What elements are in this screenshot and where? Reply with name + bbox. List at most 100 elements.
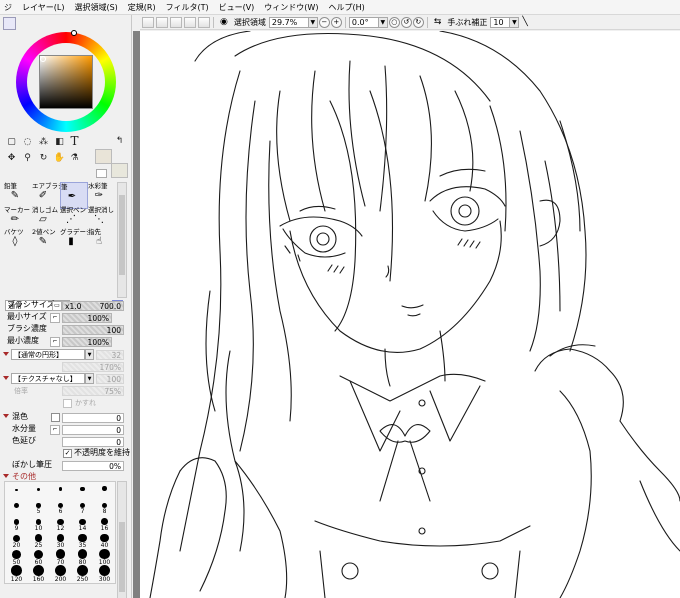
pressure-icon[interactable]: ⌐ <box>50 337 60 347</box>
move-icon[interactable]: ✥ <box>5 152 18 164</box>
scrollbar-thumb[interactable] <box>119 195 125 275</box>
transparent-color-swatch[interactable] <box>96 169 107 178</box>
saturation-marker[interactable] <box>40 56 46 62</box>
brush-size-option[interactable]: 20 <box>6 534 27 551</box>
menu-item-help[interactable]: ヘルプ(H) <box>324 0 370 15</box>
menu-item-selection[interactable]: 選択領域(S) <box>70 0 123 15</box>
brush-size-option[interactable] <box>94 483 115 500</box>
show-selection-button[interactable] <box>198 16 210 28</box>
redo-button[interactable] <box>156 16 168 28</box>
brush-size-option[interactable]: 120 <box>6 565 27 583</box>
blur-pressure-field[interactable]: 0% <box>62 461 124 471</box>
rotate-left-icon[interactable]: ↺ <box>400 16 412 28</box>
brush-size-option[interactable] <box>72 483 93 500</box>
eye-icon[interactable]: ◉ <box>220 17 228 27</box>
pressure-icon[interactable]: ⌐ <box>50 313 60 323</box>
layer-copy-icon[interactable]: ◧ <box>53 136 66 148</box>
straight-line-icon[interactable]: ╲ <box>522 17 527 27</box>
lasso-icon[interactable]: ◌ <box>21 136 34 148</box>
chevron-down-icon[interactable]: ▼ <box>378 16 388 28</box>
rect-select-icon[interactable]: ▢ <box>5 136 18 148</box>
collapse-arrow-icon[interactable] <box>3 414 9 418</box>
min-density-slider[interactable]: 100% <box>62 337 112 347</box>
brush-size-option[interactable] <box>6 500 27 517</box>
color-wheel-tab-icon[interactable] <box>3 17 16 30</box>
menu-item-filter[interactable]: フィルタ(T) <box>162 0 215 15</box>
brush-size-option[interactable]: 10 <box>28 517 49 534</box>
size-multiplier-icon[interactable]: ▭ <box>52 301 62 311</box>
brush-size-option[interactable]: 7 <box>72 500 93 517</box>
texture-value[interactable]: 100 <box>96 374 124 384</box>
stretch-field[interactable]: 0 <box>62 437 124 447</box>
hand-icon[interactable]: ✋ <box>53 152 66 164</box>
brush-tool-brush[interactable]: 筆 ✒ <box>60 182 88 209</box>
brush-shape-select[interactable]: 【通常の円形】 <box>11 349 85 360</box>
collapse-arrow-icon[interactable] <box>3 376 9 380</box>
foreground-color-swatch[interactable] <box>95 149 112 164</box>
background-color-swatch[interactable] <box>111 163 128 178</box>
min-size-slider[interactable]: 100% <box>62 313 112 323</box>
brush-tool-airbrush[interactable]: エアブラシ ✐ <box>32 182 60 209</box>
chevron-down-icon[interactable]: ▼ <box>308 16 318 28</box>
brush-density-slider[interactable]: 100 <box>62 325 124 335</box>
mix-field[interactable]: 0 <box>62 413 124 423</box>
rotate-icon[interactable]: ↻ <box>37 152 50 164</box>
keep-opacity-checkbox[interactable]: ✓ <box>63 449 72 458</box>
collapse-arrow-icon[interactable] <box>3 474 9 478</box>
brush-size-option[interactable]: 12 <box>50 517 71 534</box>
deselect-button[interactable] <box>170 16 182 28</box>
collapse-arrow-icon[interactable] <box>3 352 9 356</box>
drawing-canvas[interactable] <box>140 31 680 598</box>
brush-tool-pencil[interactable]: 鉛筆 ✎ <box>4 182 32 209</box>
eyedropper-icon[interactable]: ⚗ <box>68 152 81 164</box>
chevron-down-icon[interactable]: ▼ <box>510 16 520 28</box>
zoom-field[interactable]: 29.7% <box>268 16 309 28</box>
scrollbar-thumb[interactable] <box>119 522 125 592</box>
zoom-icon[interactable]: ⚲ <box>21 152 34 164</box>
brush-size-option[interactable]: 9 <box>6 517 27 534</box>
brush-tool-binary-pen[interactable]: 2値ペン ✎ <box>32 228 60 255</box>
brush-shape-value[interactable]: 32 <box>96 350 124 360</box>
brush-size-option[interactable]: 30 <box>50 534 71 551</box>
brush-size-option[interactable]: 160 <box>28 565 49 583</box>
pressure-icon[interactable]: ⌐ <box>50 425 60 435</box>
brush-tool-finger[interactable]: 指先 ☝ <box>88 228 116 255</box>
brush-size-option[interactable]: 8 <box>94 500 115 517</box>
menu-item-view[interactable]: ビュー(V) <box>215 0 261 15</box>
brush-size-option[interactable] <box>6 483 27 500</box>
brush-tool-bucket[interactable]: バケツ ◊ <box>4 228 32 255</box>
zoom-out-icon[interactable]: − <box>318 16 330 28</box>
rotation-field[interactable]: 0.0° <box>348 16 379 28</box>
brush-size-option[interactable] <box>50 483 71 500</box>
brush-size-option[interactable]: 200 <box>50 565 71 583</box>
zoom-in-icon[interactable]: + <box>330 16 342 28</box>
menu-item-ruler[interactable]: 定規(R) <box>124 0 162 15</box>
invert-selection-button[interactable] <box>184 16 196 28</box>
brush-size-option[interactable]: 25 <box>28 534 49 551</box>
brush-size-option[interactable]: 250 <box>72 565 93 583</box>
undo-button[interactable] <box>142 16 154 28</box>
brush-tool-watercolor[interactable]: 水彩筆 ✑ <box>88 182 116 209</box>
brush-size-option[interactable]: 300 <box>94 565 115 583</box>
brush-list-scrollbar[interactable] <box>117 182 127 298</box>
blur-checkbox[interactable] <box>63 399 72 408</box>
brush-size-scrollbar[interactable] <box>117 481 127 598</box>
brush-shape-strength[interactable]: 170% <box>62 362 124 372</box>
text-tool-icon[interactable]: T <box>68 135 81 147</box>
color-saturation-square[interactable] <box>39 55 93 109</box>
texture-strength-slider[interactable]: 75% <box>62 386 124 396</box>
brush-size-option[interactable]: 6 <box>50 500 71 517</box>
mix-checkbox[interactable] <box>51 413 60 422</box>
chevron-down-icon[interactable]: ▼ <box>85 349 94 360</box>
rotate-reset-icon[interactable]: ○ <box>388 16 400 28</box>
magic-wand-icon[interactable]: ⁂ <box>37 136 50 148</box>
menu-item-file[interactable]: ジ <box>0 0 18 15</box>
swap-colors-icon[interactable]: ↰ <box>113 135 126 147</box>
brush-size-option[interactable] <box>28 483 49 500</box>
stabilizer-field[interactable]: 10 <box>490 16 511 28</box>
flip-horizontal-icon[interactable]: ⇆ <box>434 17 442 27</box>
chevron-down-icon[interactable]: ▼ <box>85 373 94 384</box>
rotate-right-icon[interactable]: ↻ <box>412 16 424 28</box>
brush-size-slider[interactable]: x1.0 700.0 <box>62 301 124 311</box>
hue-marker[interactable] <box>71 30 77 36</box>
